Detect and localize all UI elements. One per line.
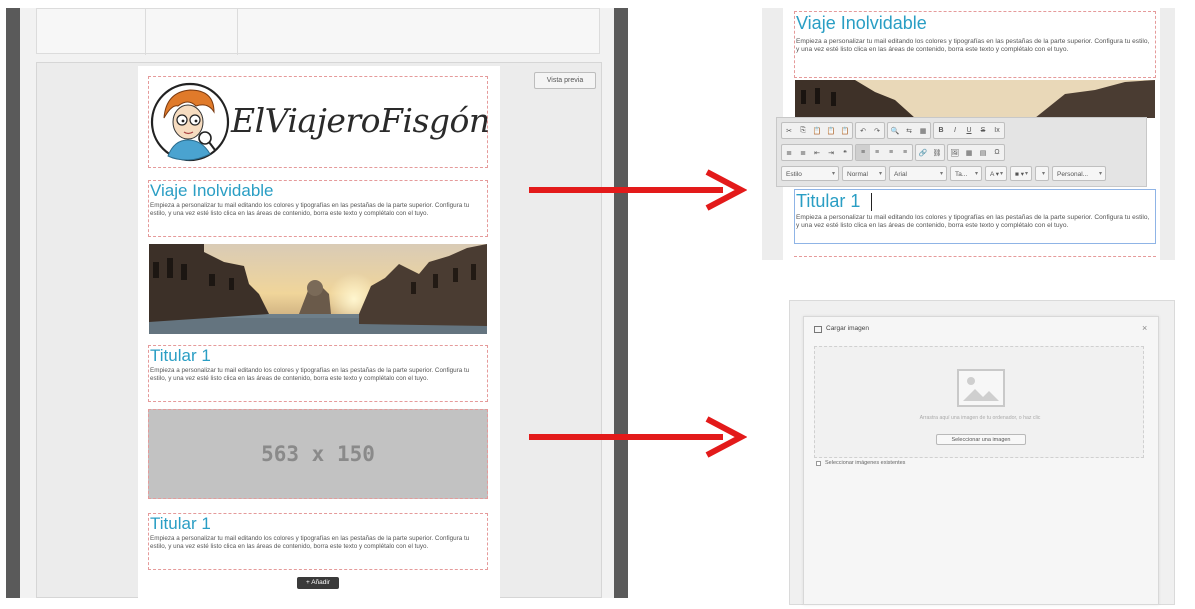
undo-icon[interactable]: ↶	[856, 123, 870, 138]
preview-button[interactable]: Vista previa	[534, 72, 596, 89]
logo-text: ElViajeroFisgón	[231, 101, 490, 140]
style-select[interactable]: Estilo	[781, 166, 839, 182]
source-icon[interactable]	[1035, 166, 1049, 182]
content-block-titular-1[interactable]: Titular 1 Empieza a personalizar tu mail…	[148, 345, 488, 402]
image-icon[interactable]: 🖼	[948, 145, 962, 160]
drop-hint: Arrastra aquí una imagen de tu ordenador…	[919, 415, 1041, 421]
block-text: Empieza a personalizar tu mail editando …	[796, 38, 1150, 53]
paste-icon[interactable]: 📋	[810, 123, 824, 138]
paste-word-icon[interactable]: 📋	[838, 123, 852, 138]
text-color-button[interactable]: A ▾	[985, 166, 1007, 182]
align-right-icon[interactable]: ≡	[884, 145, 898, 160]
block-text: Empieza a personalizar tu mail editando …	[150, 367, 470, 382]
logo-block[interactable]: ElViajeroFisgón	[148, 76, 490, 168]
add-block-button[interactable]: + Añadir	[297, 577, 339, 589]
block-title: Titular 1	[150, 514, 211, 533]
block-title: Viaje Inolvidable	[796, 13, 927, 33]
text-cursor	[871, 193, 872, 211]
block-title: Viaje Inolvidable	[150, 181, 274, 200]
arrow-right-icon	[529, 416, 747, 458]
bold-icon[interactable]: B	[934, 123, 948, 138]
align-justify-icon[interactable]: ≡	[898, 145, 912, 160]
toolbar-row-1: ✂ ⎘ 📋 📋 📋 ↶ ↷ 🔍 ⇆ ▦ B I U S Ix	[781, 122, 1005, 139]
block-title: Titular 1	[150, 346, 211, 365]
block-title: Titular 1	[796, 191, 861, 211]
align-center-icon[interactable]: ≡	[870, 145, 884, 160]
toolbar-row-3: Estilo Normal Arial Ta... A ▾ ■ ▾ Person…	[781, 166, 1106, 183]
blockquote-icon[interactable]: ❝	[838, 145, 852, 160]
find-icon[interactable]: 🔍	[888, 123, 902, 138]
content-block-titular-2[interactable]: Titular 1 Empieza a personalizar tu mail…	[148, 513, 488, 570]
bullet-list-icon[interactable]: ≣	[796, 145, 810, 160]
venice-image[interactable]	[149, 244, 487, 334]
table-icon[interactable]: ▦	[962, 145, 976, 160]
replace-icon[interactable]: ⇆	[902, 123, 916, 138]
cut-icon[interactable]: ✂	[782, 123, 796, 138]
image-placeholder-icon	[957, 369, 1005, 407]
editor-top-bar	[36, 8, 600, 55]
outdent-icon[interactable]: ⇤	[810, 145, 824, 160]
link-icon[interactable]: 🔗	[916, 145, 930, 160]
size-select[interactable]: Ta...	[950, 166, 982, 182]
image-icon	[814, 326, 822, 333]
italic-icon[interactable]: I	[948, 123, 962, 138]
venice-image[interactable]	[795, 80, 1155, 118]
copy-icon[interactable]: ⎘	[796, 123, 810, 138]
existing-images-label[interactable]: Seleccionar imágenes existentes	[825, 460, 905, 466]
font-select[interactable]: Arial	[889, 166, 947, 182]
toolbar-row-2: ≣ ≣ ⇤ ⇥ ❝ ≡ ≡ ≡ ≡ 🔗 ⛓ 🖼 ▦ ▤ Ω	[781, 144, 1005, 161]
close-icon[interactable]: ×	[1142, 323, 1147, 333]
background-color-button[interactable]: ■ ▾	[1010, 166, 1032, 182]
existing-images-checkbox[interactable]	[816, 461, 821, 466]
redo-icon[interactable]: ↷	[870, 123, 884, 138]
custom-select[interactable]: Personal...	[1052, 166, 1106, 182]
strikethrough-icon[interactable]: S	[976, 123, 990, 138]
block-text: Empieza a personalizar tu mail editando …	[150, 535, 470, 550]
select-image-button[interactable]: Seleccionar una imagen	[936, 434, 1026, 445]
underline-icon[interactable]: U	[962, 123, 976, 138]
block-text: Empieza a personalizar tu mail editando …	[796, 214, 1150, 229]
image-dropzone[interactable]: Arrastra aquí una imagen de tu ordenador…	[814, 346, 1144, 458]
format-select[interactable]: Normal	[842, 166, 886, 182]
dialog-title: Cargar imagen	[826, 325, 869, 332]
align-left-icon[interactable]: ≡	[856, 145, 870, 160]
paste-text-icon[interactable]: 📋	[824, 123, 838, 138]
block-separator	[794, 256, 1156, 257]
remove-format-icon[interactable]: Ix	[990, 123, 1004, 138]
block-text: Empieza a personalizar tu mail editando …	[150, 202, 470, 217]
content-block-intro[interactable]: Viaje Inolvidable Empieza a personalizar…	[148, 180, 488, 237]
image-placeholder[interactable]: 563 x 150	[148, 409, 488, 499]
select-all-icon[interactable]: ▦	[916, 123, 930, 138]
numbered-list-icon[interactable]: ≣	[782, 145, 796, 160]
arrow-right-icon	[529, 169, 747, 211]
unlink-icon[interactable]: ⛓	[930, 145, 944, 160]
special-char-icon[interactable]: Ω	[990, 145, 1004, 160]
horizontal-rule-icon[interactable]: ▤	[976, 145, 990, 160]
rich-editor-active-block[interactable]: Titular 1 Empieza a personalizar tu mail…	[794, 189, 1156, 244]
rich-text-toolbar: ✂ ⎘ 📋 📋 📋 ↶ ↷ 🔍 ⇆ ▦ B I U S Ix ≣ ≣ ⇤ ⇥ ❝…	[776, 117, 1147, 187]
traveler-avatar-icon	[150, 82, 230, 162]
indent-icon[interactable]: ⇥	[824, 145, 838, 160]
rich-editor-block-intro[interactable]: Viaje Inolvidable Empieza a personalizar…	[794, 11, 1156, 78]
